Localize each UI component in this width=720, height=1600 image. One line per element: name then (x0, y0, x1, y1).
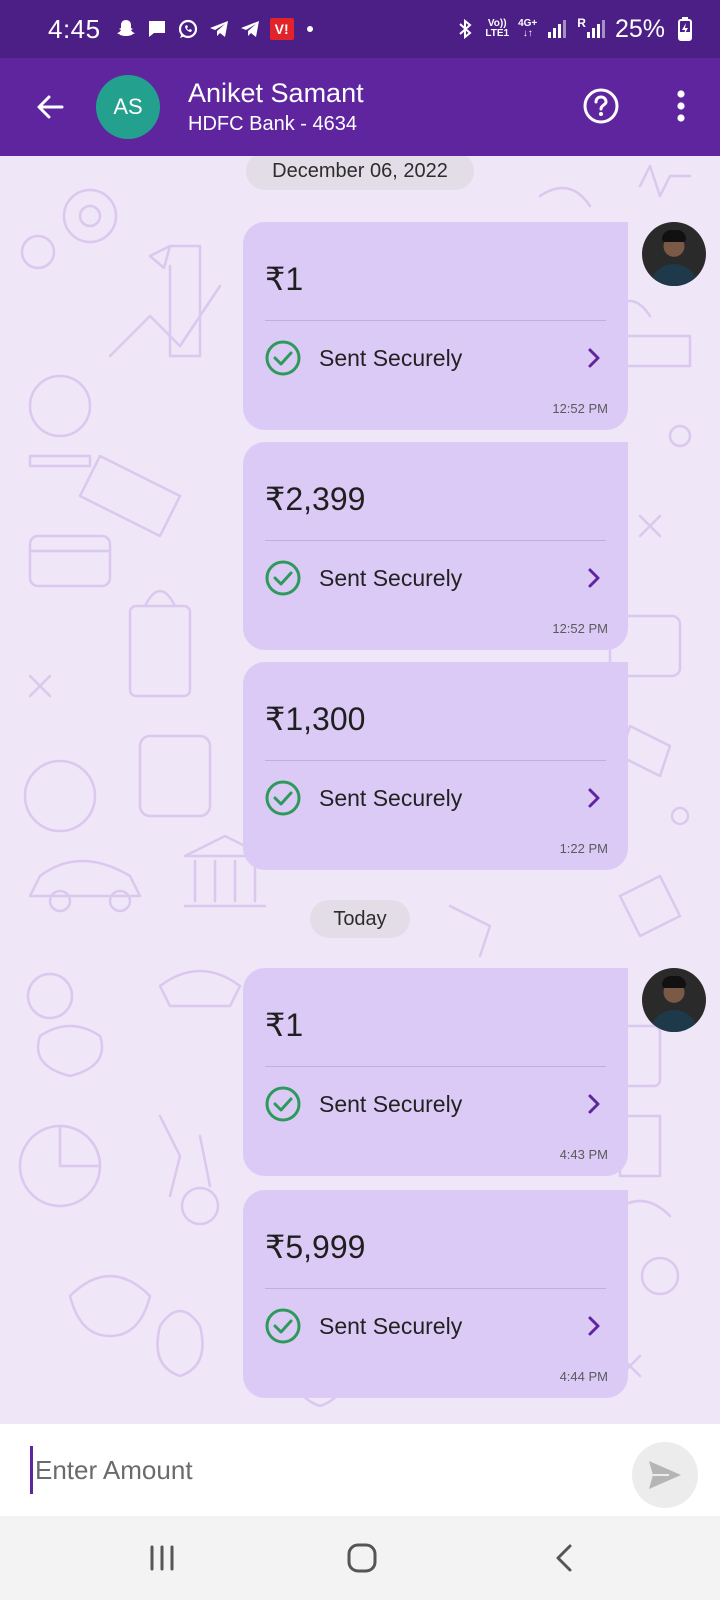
message-timestamp: 12:52 PM (552, 401, 608, 416)
battery-percent: 25% (614, 14, 665, 43)
help-button[interactable] (583, 88, 619, 124)
back-nav-button[interactable] (542, 1538, 586, 1578)
contact-name: Aniket Samant (188, 78, 364, 108)
send-icon (649, 1461, 681, 1489)
carrier-vi-badge: V! (269, 18, 294, 40)
payment-message[interactable]: ₹5,999 Sent Securely 4:44 PM (243, 1190, 628, 1398)
more-vertical-icon (677, 90, 685, 122)
amount-input[interactable] (30, 1446, 590, 1494)
home-button[interactable] (340, 1538, 384, 1578)
recent-apps-icon (150, 1545, 174, 1571)
chevron-right-icon[interactable] (582, 786, 606, 810)
system-nav-bar (0, 1516, 720, 1600)
date-separator: December 06, 2022 (246, 156, 474, 190)
payment-status-row[interactable]: Sent Securely (265, 1308, 605, 1344)
payment-amount: ₹2,399 (265, 481, 366, 517)
contact-avatar[interactable]: AS (96, 75, 160, 139)
chevron-right-icon[interactable] (582, 346, 606, 370)
arrow-left-icon (37, 95, 64, 119)
payment-status-row[interactable]: Sent Securely (265, 560, 605, 596)
status-bar: 4:45 V! Vo)) LTE1 4G+ ↓↑ R 25% (0, 0, 720, 58)
battery-charging-icon (674, 17, 696, 41)
divider (265, 1288, 606, 1289)
chevron-right-icon[interactable] (582, 566, 606, 590)
payment-message[interactable]: ₹1 Sent Securely 12:52 PM (243, 222, 628, 430)
signal-icon (546, 18, 568, 40)
check-circle-icon (265, 1086, 301, 1122)
divider (265, 540, 606, 541)
more-notifications-dot (306, 26, 313, 32)
signal-roaming-icon: R (577, 17, 606, 40)
home-icon (347, 1543, 377, 1573)
bluetooth-icon (454, 18, 476, 40)
message-timestamp: 12:52 PM (552, 621, 608, 636)
payment-status: Sent Securely (319, 344, 463, 371)
payment-message[interactable]: ₹2,399 Sent Securely 12:52 PM (243, 442, 628, 650)
whatsapp-icon (177, 18, 199, 40)
payment-message[interactable]: ₹1,300 Sent Securely 1:22 PM (243, 662, 628, 870)
telegram-icon (208, 18, 230, 40)
payment-amount: ₹5,999 (265, 1229, 366, 1265)
help-circle-icon (583, 88, 619, 124)
payment-amount: ₹1 (265, 261, 304, 297)
contact-info[interactable]: Aniket Samant HDFC Bank - 4634 (188, 77, 364, 137)
check-circle-icon (265, 1308, 301, 1344)
payment-amount: ₹1 (265, 1007, 304, 1043)
chevron-right-icon[interactable] (582, 1314, 606, 1338)
payment-amount: ₹1,300 (265, 701, 366, 737)
recent-apps-button[interactable] (140, 1538, 184, 1578)
back-chevron-icon (556, 1544, 572, 1572)
more-options-button[interactable] (663, 86, 699, 126)
check-circle-icon (265, 780, 301, 816)
chevron-right-icon[interactable] (582, 1092, 606, 1116)
amount-input-bar (0, 1424, 720, 1516)
check-circle-icon (265, 560, 301, 596)
send-button[interactable] (632, 1442, 698, 1508)
phonepe-chat-screen: 4:45 V! Vo)) LTE1 4G+ ↓↑ R 25% AS Aniket… (0, 0, 720, 1600)
network-type-indicator: 4G+ ↓↑ (518, 18, 538, 39)
message-timestamp: 4:44 PM (559, 1369, 608, 1384)
check-circle-icon (265, 340, 301, 376)
date-separator: Today (310, 900, 410, 938)
divider (265, 320, 606, 321)
payment-status-row[interactable]: Sent Securely (265, 340, 605, 376)
volte-indicator: Vo)) LTE1 (485, 18, 510, 39)
message-timestamp: 4:43 PM (559, 1147, 608, 1162)
divider (265, 1066, 606, 1067)
chat-header: AS Aniket Samant HDFC Bank - 4634 (0, 58, 720, 156)
message-icon (146, 18, 168, 40)
payment-status: Sent Securely (319, 1312, 463, 1339)
status-time: 4:45 (48, 13, 101, 44)
payment-status-row[interactable]: Sent Securely (265, 1086, 605, 1122)
sender-avatar (642, 968, 706, 1032)
chat-message-list[interactable]: December 06, 2022 ₹1 Sent Securely 12:52… (0, 156, 720, 1424)
notification-icons: V! (115, 18, 313, 40)
contact-bank-account: HDFC Bank - 4634 (188, 113, 357, 135)
payment-status: Sent Securely (319, 784, 463, 811)
payment-status-row[interactable]: Sent Securely (265, 780, 605, 816)
message-timestamp: 1:22 PM (559, 841, 608, 856)
payment-status: Sent Securely (319, 564, 463, 591)
payment-status: Sent Securely (319, 1090, 463, 1117)
telegram-icon (239, 18, 261, 40)
snapchat-icon (115, 18, 137, 40)
payment-message[interactable]: ₹1 Sent Securely 4:43 PM (243, 968, 628, 1176)
system-icons: Vo)) LTE1 4G+ ↓↑ R 25% (454, 15, 696, 44)
sender-avatar (642, 222, 706, 286)
back-button[interactable] (20, 77, 80, 137)
divider (265, 760, 606, 761)
